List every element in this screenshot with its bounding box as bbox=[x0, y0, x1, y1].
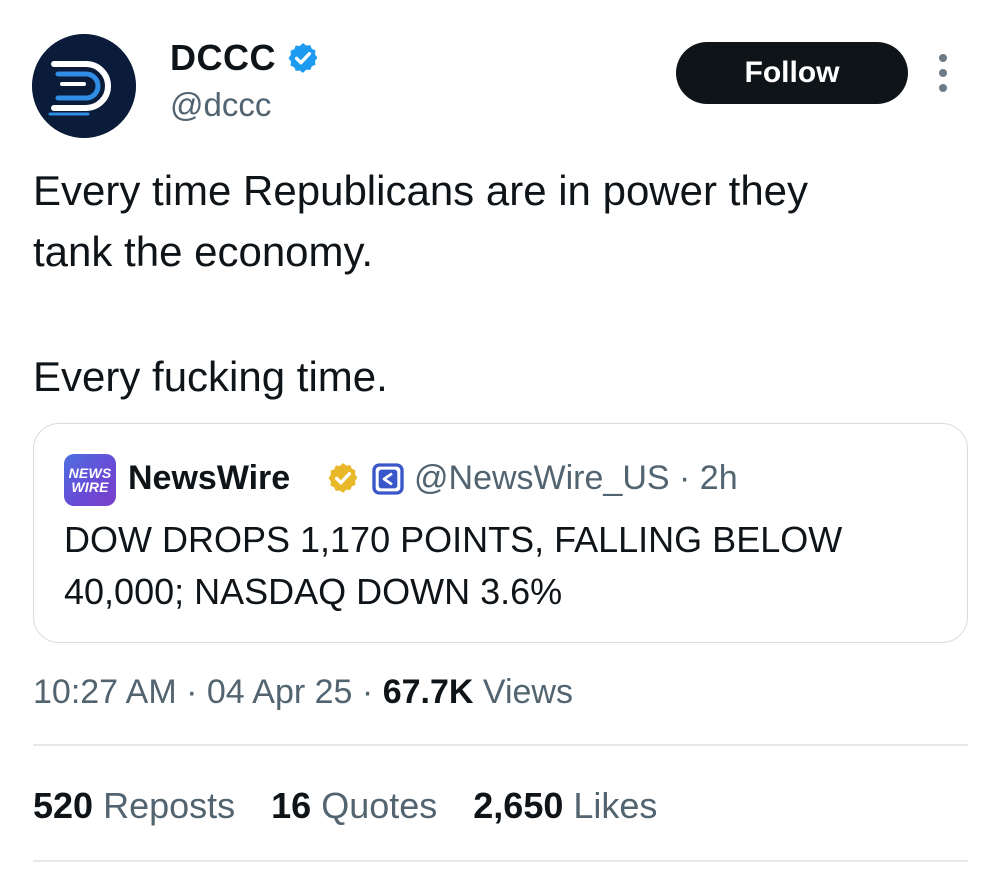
separator-dot: · bbox=[361, 673, 374, 711]
more-vertical-icon[interactable] bbox=[928, 48, 958, 98]
quotes-stat[interactable]: 16 Quotes bbox=[271, 784, 437, 828]
divider bbox=[33, 744, 968, 746]
tweet-time[interactable]: 10:27 AM bbox=[33, 673, 177, 711]
quoted-author-name: NewsWire bbox=[128, 459, 291, 497]
tweet-text-line: Every time Republicans are in power they bbox=[33, 167, 809, 214]
newswire-logo-text: WIRE bbox=[71, 479, 109, 495]
verified-badge-icon bbox=[288, 43, 318, 73]
views-label: Views bbox=[482, 673, 573, 711]
dccc-logo-icon bbox=[32, 34, 136, 138]
tweet-text-line: Every fucking time. bbox=[33, 353, 388, 400]
author-display-name: DCCC bbox=[170, 37, 276, 78]
views-count: 67.7K bbox=[382, 673, 474, 711]
separator-dot: · bbox=[679, 459, 691, 497]
newswire-logo-text: NEWS bbox=[68, 465, 112, 481]
avatar[interactable] bbox=[32, 34, 136, 138]
quoted-text-line: DOW DROPS 1,170 POINTS, FALLING BELOW bbox=[64, 519, 843, 560]
likes-label: Likes bbox=[573, 785, 658, 826]
quoted-handle-time: @NewsWire_US · 2h bbox=[414, 458, 738, 498]
likes-stat[interactable]: 2,650 Likes bbox=[473, 784, 657, 828]
quotes-count: 16 bbox=[271, 785, 312, 826]
tweet-meta: 10:27 AM · 04 Apr 25 · 67.7K Views bbox=[33, 670, 573, 714]
newswire-avatar[interactable]: NEWS WIRE bbox=[64, 454, 116, 506]
quoted-time: 2h bbox=[699, 459, 738, 497]
divider bbox=[33, 860, 968, 862]
more-dot bbox=[939, 84, 947, 92]
quotes-label: Quotes bbox=[321, 785, 438, 826]
author-handle[interactable]: @dccc bbox=[170, 86, 271, 124]
reposts-stat[interactable]: 520 Reposts bbox=[33, 784, 235, 828]
engagement-stats: 520 Reposts 16 Quotes 2,650 Likes bbox=[33, 784, 657, 828]
likes-count: 2,650 bbox=[473, 785, 564, 826]
author-name[interactable]: DCCC bbox=[170, 38, 320, 78]
tweet-text-line: tank the economy. bbox=[33, 228, 374, 275]
affiliate-badge-icon bbox=[372, 463, 404, 495]
tweet-date[interactable]: 04 Apr 25 bbox=[207, 673, 353, 711]
more-dot bbox=[939, 69, 947, 77]
reposts-count: 520 bbox=[33, 785, 94, 826]
more-dot bbox=[939, 54, 947, 62]
quoted-author-handle: @NewsWire_US bbox=[414, 459, 670, 497]
gold-verified-badge-icon bbox=[328, 463, 358, 493]
follow-button[interactable]: Follow bbox=[676, 42, 908, 104]
reposts-label: Reposts bbox=[103, 785, 236, 826]
separator-dot: · bbox=[186, 673, 198, 711]
quoted-text-line: 40,000; NASDAQ DOWN 3.6% bbox=[64, 571, 563, 612]
